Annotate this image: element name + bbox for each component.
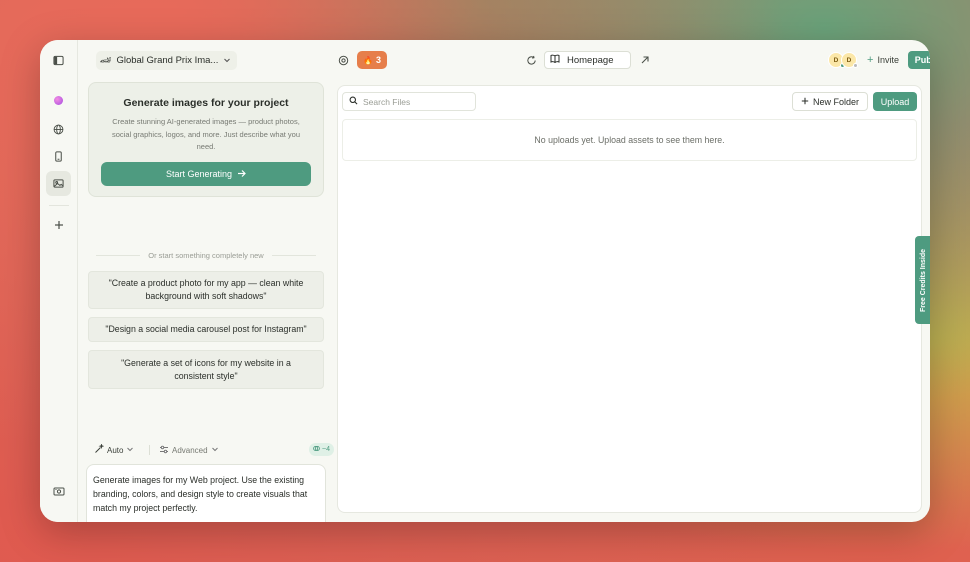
streak-badge[interactable]: 🔥 3 — [357, 51, 387, 69]
offline-status-dot — [853, 63, 858, 68]
streak-count: 3 — [375, 55, 381, 65]
avatar[interactable]: D — [841, 52, 858, 68]
sidebar-toggle-icon[interactable] — [46, 48, 71, 73]
divider-text: Or start something completely new — [148, 250, 264, 260]
suggestion-item[interactable]: "Generate a set of icons for my website … — [88, 350, 324, 389]
page-selector[interactable]: Homepage — [544, 51, 631, 69]
settings-icon[interactable] — [335, 52, 351, 68]
free-credits-tab[interactable]: Free Credits Inside — [915, 236, 930, 324]
section-divider: Or start something completely new — [96, 250, 316, 260]
add-icon[interactable] — [46, 212, 71, 237]
magic-wand-icon — [94, 443, 105, 456]
suggestion-item[interactable]: "Design a social media carousel post for… — [88, 317, 324, 342]
top-bar: 🏎 Global Grand Prix Ima... 🔥 3 Homepage — [78, 40, 930, 80]
generator-panel: Generate images for your project Create … — [78, 80, 336, 522]
empty-state: No uploads yet. Upload assets to see the… — [342, 119, 917, 161]
generator-card: Generate images for your project Create … — [88, 82, 324, 197]
prompt-options: Auto Advanced ~4 — [94, 443, 334, 457]
files-panel: Search Files New Folder Upload No upload… — [337, 85, 922, 513]
plus-icon: + — [867, 54, 874, 66]
credits-cost-badge: ~4 — [309, 443, 334, 456]
generator-title: Generate images for your project — [123, 97, 289, 109]
fire-icon: 🔥 — [363, 55, 373, 65]
generator-description: Create stunning AI-generated images — pr… — [111, 117, 300, 151]
app-window: 🏎 Global Grand Prix Ima... 🔥 3 Homepage — [40, 40, 930, 522]
racing-car-icon: 🏎 — [100, 55, 112, 65]
upload-button[interactable]: Upload — [873, 92, 917, 111]
arrow-right-icon — [237, 169, 246, 180]
image-generator-icon[interactable] — [46, 171, 71, 196]
new-folder-button[interactable]: New Folder — [792, 92, 868, 111]
chevron-down-icon — [126, 445, 134, 455]
suggestion-item[interactable]: "Create a product photo for my app — cle… — [88, 271, 324, 309]
credit-icon — [313, 445, 320, 454]
ai-orb-icon[interactable] — [46, 88, 71, 113]
mode-selector[interactable]: Auto — [94, 443, 134, 457]
prompt-input[interactable]: Generate images for my Web project. Use … — [86, 464, 326, 522]
reload-icon[interactable] — [522, 51, 540, 69]
invite-button[interactable]: + Invite — [867, 52, 899, 68]
prompt-text[interactable]: Generate images for my Web project. Use … — [93, 473, 315, 515]
chevron-down-icon — [223, 56, 231, 66]
options-separator — [149, 445, 150, 455]
page-name: Homepage — [567, 54, 614, 66]
rail-divider — [49, 205, 69, 206]
search-files-input[interactable]: Search Files — [342, 92, 476, 111]
globe-icon[interactable] — [46, 117, 71, 142]
search-placeholder: Search Files — [363, 96, 411, 107]
open-external-icon[interactable] — [636, 51, 654, 69]
billing-icon[interactable] — [46, 479, 71, 504]
chevron-down-icon — [211, 445, 219, 455]
project-selector[interactable]: 🏎 Global Grand Prix Ima... — [96, 51, 238, 70]
search-icon — [349, 96, 358, 107]
project-name: Global Grand Prix Ima... — [116, 55, 219, 66]
start-generating-button[interactable]: Start Generating — [101, 162, 311, 186]
publish-button[interactable]: Publish — [908, 51, 930, 69]
free-credits-label: Free Credits Inside — [920, 248, 927, 312]
mobile-icon[interactable] — [46, 144, 71, 169]
icon-rail — [40, 40, 78, 522]
book-icon — [550, 54, 560, 66]
sliders-icon — [159, 445, 169, 456]
plus-icon — [801, 97, 809, 107]
advanced-selector[interactable]: Advanced — [159, 443, 219, 457]
